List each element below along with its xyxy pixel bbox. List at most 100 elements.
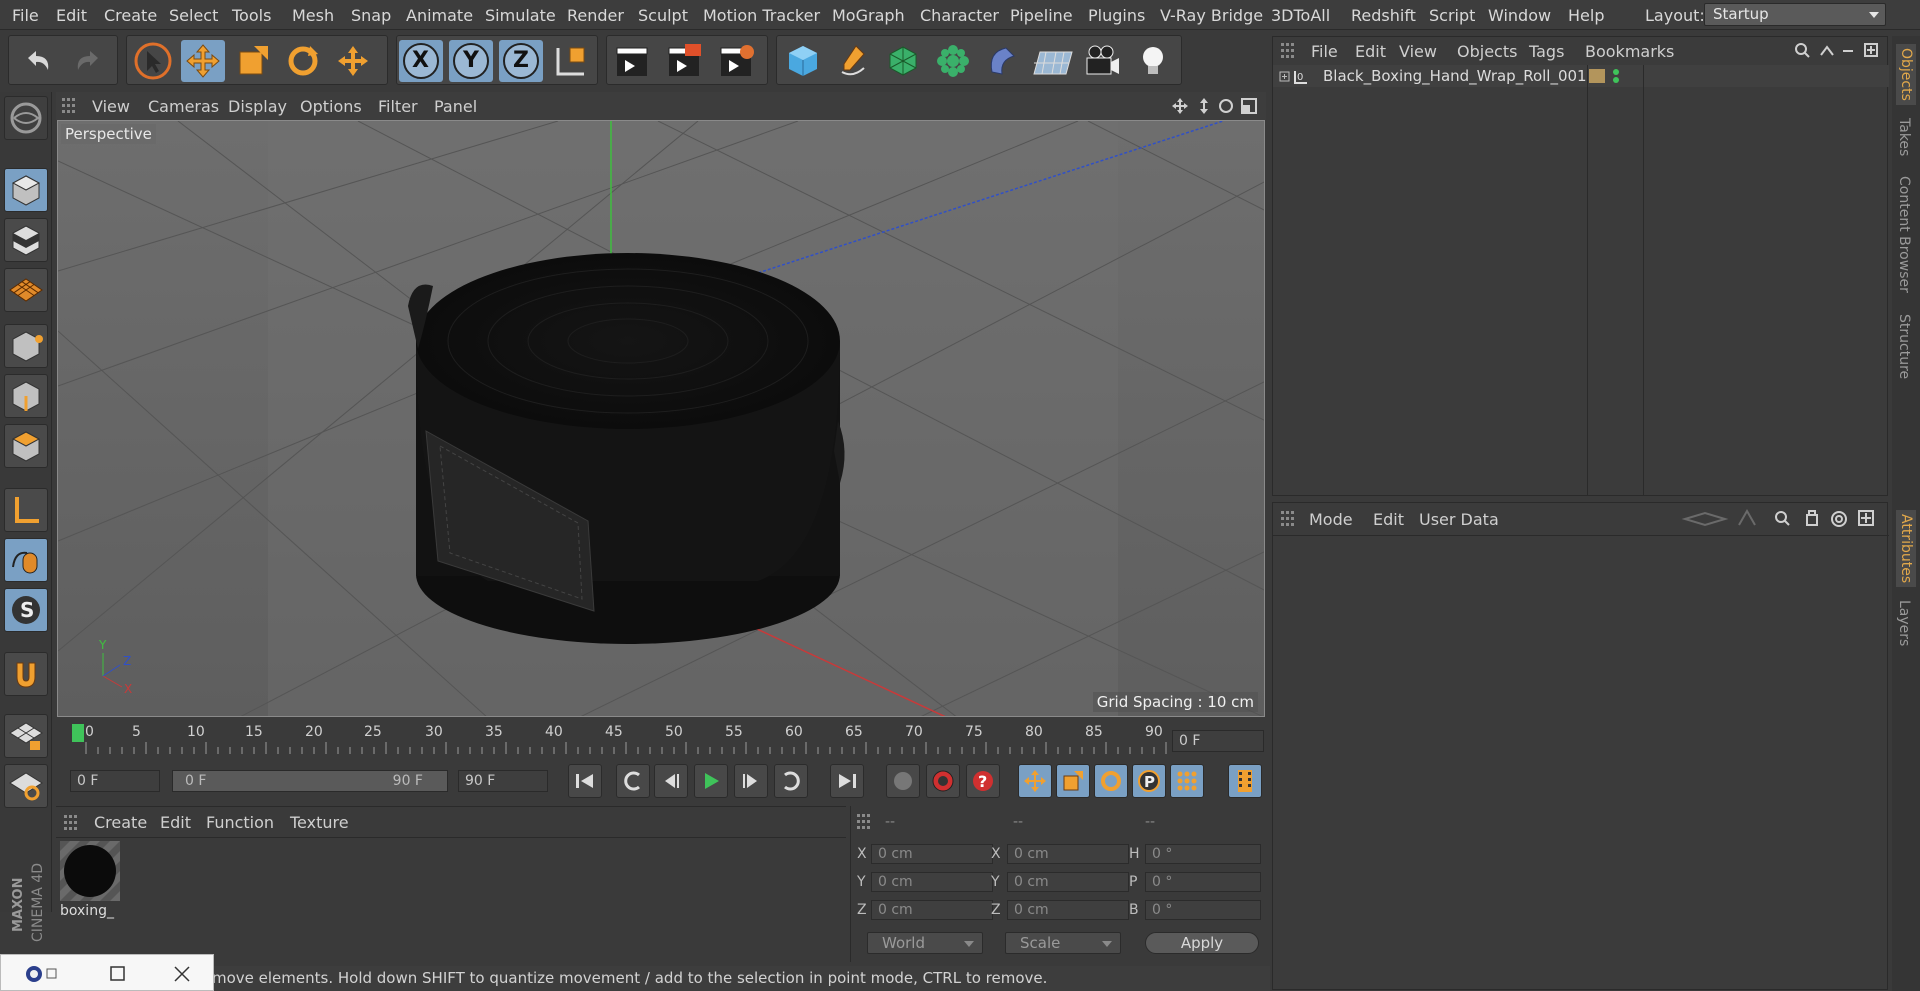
visibility-dots-icon[interactable] bbox=[1611, 68, 1621, 86]
next-frame-button[interactable] bbox=[734, 764, 768, 798]
floor-button[interactable] bbox=[1031, 40, 1075, 82]
redo-button[interactable] bbox=[67, 40, 111, 82]
select-tool-button[interactable] bbox=[131, 40, 175, 82]
lock-workplane-button[interactable] bbox=[4, 714, 48, 758]
object-menu-bookmarks[interactable]: Bookmarks bbox=[1585, 42, 1674, 61]
record-rotation-button[interactable] bbox=[1094, 764, 1128, 798]
cinema4d-app-icon[interactable] bbox=[25, 965, 59, 983]
attribute-menu-user-data[interactable]: User Data bbox=[1419, 510, 1499, 529]
viewport-menu-options[interactable]: Options bbox=[300, 97, 362, 116]
rot-b-field[interactable]: 0 ° bbox=[1145, 900, 1261, 920]
menu-vray-bridge[interactable]: V-Ray Bridge bbox=[1160, 6, 1263, 25]
keyframe-selection-button[interactable]: ? bbox=[966, 764, 1000, 798]
apply-button[interactable]: Apply bbox=[1145, 932, 1259, 954]
pos-z-field[interactable]: 0 cm bbox=[871, 900, 993, 920]
viewport-menu-filter[interactable]: Filter bbox=[378, 97, 418, 116]
menu-tools[interactable]: Tools bbox=[232, 6, 271, 25]
menu-motion-tracker[interactable]: Motion Tracker bbox=[703, 6, 820, 25]
tab-layers[interactable]: Layers bbox=[1896, 600, 1912, 646]
object-name[interactable]: Black_Boxing_Hand_Wrap_Roll_001 bbox=[1323, 67, 1587, 85]
snap-button[interactable] bbox=[4, 652, 48, 696]
size-z-field[interactable]: 0 cm bbox=[1007, 900, 1129, 920]
make-editable-button[interactable] bbox=[4, 96, 48, 140]
previous-frame-button[interactable] bbox=[654, 764, 688, 798]
menu-create[interactable]: Create bbox=[104, 6, 157, 25]
size-y-field[interactable]: 0 cm bbox=[1007, 872, 1129, 892]
material-menu-edit[interactable]: Edit bbox=[160, 813, 191, 832]
cloner-button[interactable] bbox=[931, 40, 975, 82]
cube-object-button[interactable] bbox=[781, 40, 825, 82]
camera-label[interactable]: Perspective bbox=[61, 124, 156, 144]
workplane-mode-button[interactable] bbox=[4, 268, 48, 312]
pos-x-field[interactable]: 0 cm bbox=[871, 844, 993, 864]
texture-mode-button[interactable] bbox=[4, 218, 48, 262]
record-scale-button[interactable] bbox=[1056, 764, 1090, 798]
z-axis-button[interactable]: Z bbox=[499, 40, 543, 82]
coordinate-system-button[interactable] bbox=[549, 40, 593, 82]
playhead-marker[interactable] bbox=[72, 724, 84, 742]
viewport-menu-display[interactable]: Display bbox=[228, 97, 287, 116]
tab-takes[interactable]: Takes bbox=[1896, 118, 1912, 156]
scale-tool-button[interactable] bbox=[231, 40, 275, 82]
viewport-menu-panel[interactable]: Panel bbox=[434, 97, 477, 116]
menu-snap[interactable]: Snap bbox=[351, 6, 391, 25]
viewport-menu-cameras[interactable]: Cameras bbox=[148, 97, 219, 116]
size-mode-dropdown[interactable]: Scale bbox=[1005, 932, 1121, 954]
tab-attributes[interactable]: Attributes bbox=[1896, 510, 1916, 588]
render-view-button[interactable] bbox=[611, 40, 655, 82]
object-menu-tags[interactable]: Tags bbox=[1529, 42, 1564, 61]
live-select-button[interactable] bbox=[331, 40, 375, 82]
axis-mode-button[interactable] bbox=[4, 488, 48, 532]
end-frame-field[interactable]: 90 F bbox=[458, 770, 548, 792]
perspective-viewport[interactable]: Y X Z Perspective Grid Spacing : 10 cm bbox=[57, 120, 1265, 717]
tab-content-browser[interactable]: Content Browser bbox=[1896, 176, 1912, 293]
layout-dropdown[interactable]: Startup bbox=[1704, 3, 1886, 26]
render-picture-viewer-button[interactable] bbox=[663, 40, 707, 82]
next-key-button[interactable] bbox=[774, 764, 808, 798]
record-point-level-button[interactable] bbox=[1170, 764, 1204, 798]
x-axis-button[interactable]: X bbox=[399, 40, 443, 82]
model-mode-button[interactable] bbox=[4, 168, 48, 212]
menu-simulate[interactable]: Simulate bbox=[485, 6, 556, 25]
close-icon[interactable] bbox=[173, 965, 191, 983]
timeline-window-button[interactable] bbox=[1228, 764, 1262, 798]
tab-objects[interactable]: Objects bbox=[1896, 44, 1916, 105]
polygons-mode-button[interactable] bbox=[4, 424, 48, 468]
maximize-icon[interactable] bbox=[109, 965, 127, 983]
material-swatch[interactable]: boxing_ bbox=[60, 841, 120, 921]
record-parameter-button[interactable]: P bbox=[1132, 764, 1166, 798]
previous-key-button[interactable] bbox=[616, 764, 650, 798]
undo-button[interactable] bbox=[15, 40, 59, 82]
menu-mograph[interactable]: MoGraph bbox=[832, 6, 905, 25]
menu-select[interactable]: Select bbox=[169, 6, 218, 25]
attribute-menu-edit[interactable]: Edit bbox=[1373, 510, 1404, 529]
subdivision-surface-button[interactable] bbox=[881, 40, 925, 82]
go-to-end-button[interactable] bbox=[830, 764, 864, 798]
frame-range-slider[interactable]: 0 F 90 F bbox=[172, 770, 448, 792]
tab-structure[interactable]: Structure bbox=[1896, 314, 1912, 379]
deformer-button[interactable] bbox=[981, 40, 1025, 82]
menu-script[interactable]: Script bbox=[1429, 6, 1475, 25]
menu-mesh[interactable]: Mesh bbox=[292, 6, 334, 25]
go-to-start-button[interactable] bbox=[568, 764, 602, 798]
menu-file[interactable]: File bbox=[12, 6, 39, 25]
menu-window[interactable]: Window bbox=[1488, 6, 1551, 25]
solo-mode-button[interactable]: S bbox=[4, 588, 48, 632]
layer-color-swatch[interactable] bbox=[1589, 69, 1605, 83]
object-row[interactable]: 0 Black_Boxing_Hand_Wrap_Roll_001 bbox=[1273, 65, 1889, 87]
move-tool-button[interactable] bbox=[181, 40, 225, 82]
material-menu-function[interactable]: Function bbox=[206, 813, 274, 832]
rot-h-field[interactable]: 0 ° bbox=[1145, 844, 1261, 864]
menu-sculpt[interactable]: Sculpt bbox=[638, 6, 688, 25]
material-menu-texture[interactable]: Texture bbox=[290, 813, 349, 832]
size-x-field[interactable]: 0 cm bbox=[1007, 844, 1129, 864]
timeline-ruler[interactable]: /* ticks drawn below */ 0 5 10 15 20 25 … bbox=[56, 720, 1266, 760]
menu-character[interactable]: Character bbox=[920, 6, 999, 25]
record-position-button[interactable] bbox=[1018, 764, 1052, 798]
object-menu-file[interactable]: File bbox=[1311, 42, 1338, 61]
menu-3dtoall[interactable]: 3DToAll bbox=[1271, 6, 1330, 25]
menu-render[interactable]: Render bbox=[567, 6, 624, 25]
light-button[interactable] bbox=[1131, 40, 1175, 82]
object-menu-view[interactable]: View bbox=[1399, 42, 1437, 61]
object-menu-edit[interactable]: Edit bbox=[1355, 42, 1386, 61]
